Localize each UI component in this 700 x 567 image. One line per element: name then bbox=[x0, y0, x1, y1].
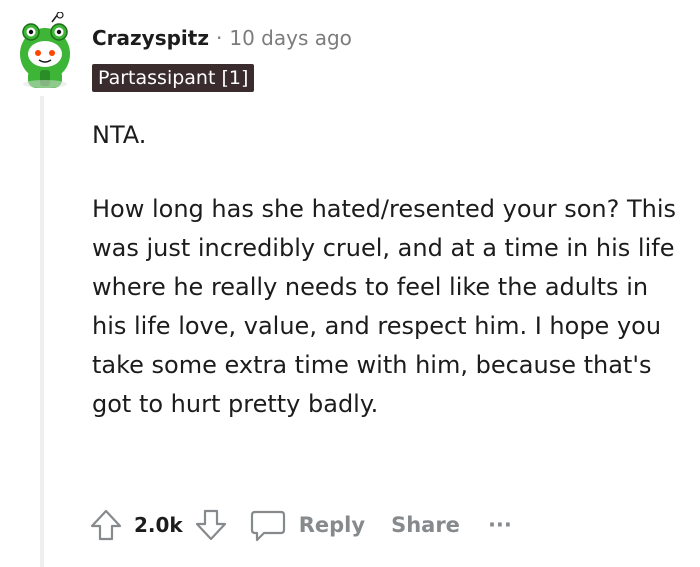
reply-label: Reply bbox=[298, 513, 366, 537]
comment-paragraph: How long has she hated/resented your son… bbox=[92, 195, 677, 418]
comment-paragraph: NTA. bbox=[92, 121, 147, 149]
comment-header: Crazyspitz · 10 days ago bbox=[92, 24, 352, 52]
comment-action-bar: 2.0k Reply Share ··· bbox=[88, 504, 512, 546]
downvote-button[interactable] bbox=[193, 507, 229, 543]
share-button[interactable]: Share bbox=[391, 513, 460, 537]
user-avatar[interactable] bbox=[14, 11, 76, 90]
snoo-avatar-icon bbox=[20, 11, 70, 88]
arrow-down-icon bbox=[195, 509, 226, 541]
arrow-up-icon bbox=[90, 509, 122, 541]
comment-body: NTA. How long has she hated/resented you… bbox=[92, 116, 682, 424]
more-options-button[interactable]: ··· bbox=[488, 513, 512, 537]
username-link[interactable]: Crazyspitz bbox=[92, 26, 209, 50]
vote-count: 2.0k bbox=[134, 513, 183, 537]
user-flair-badge: Partassipant [1] bbox=[92, 64, 255, 92]
thread-line[interactable] bbox=[40, 96, 44, 567]
timestamp-link[interactable]: 10 days ago bbox=[229, 26, 352, 50]
meta-separator: · bbox=[216, 26, 223, 50]
speech-bubble-icon bbox=[250, 510, 285, 542]
reply-button[interactable]: Reply bbox=[249, 507, 365, 543]
upvote-button[interactable] bbox=[88, 507, 124, 543]
